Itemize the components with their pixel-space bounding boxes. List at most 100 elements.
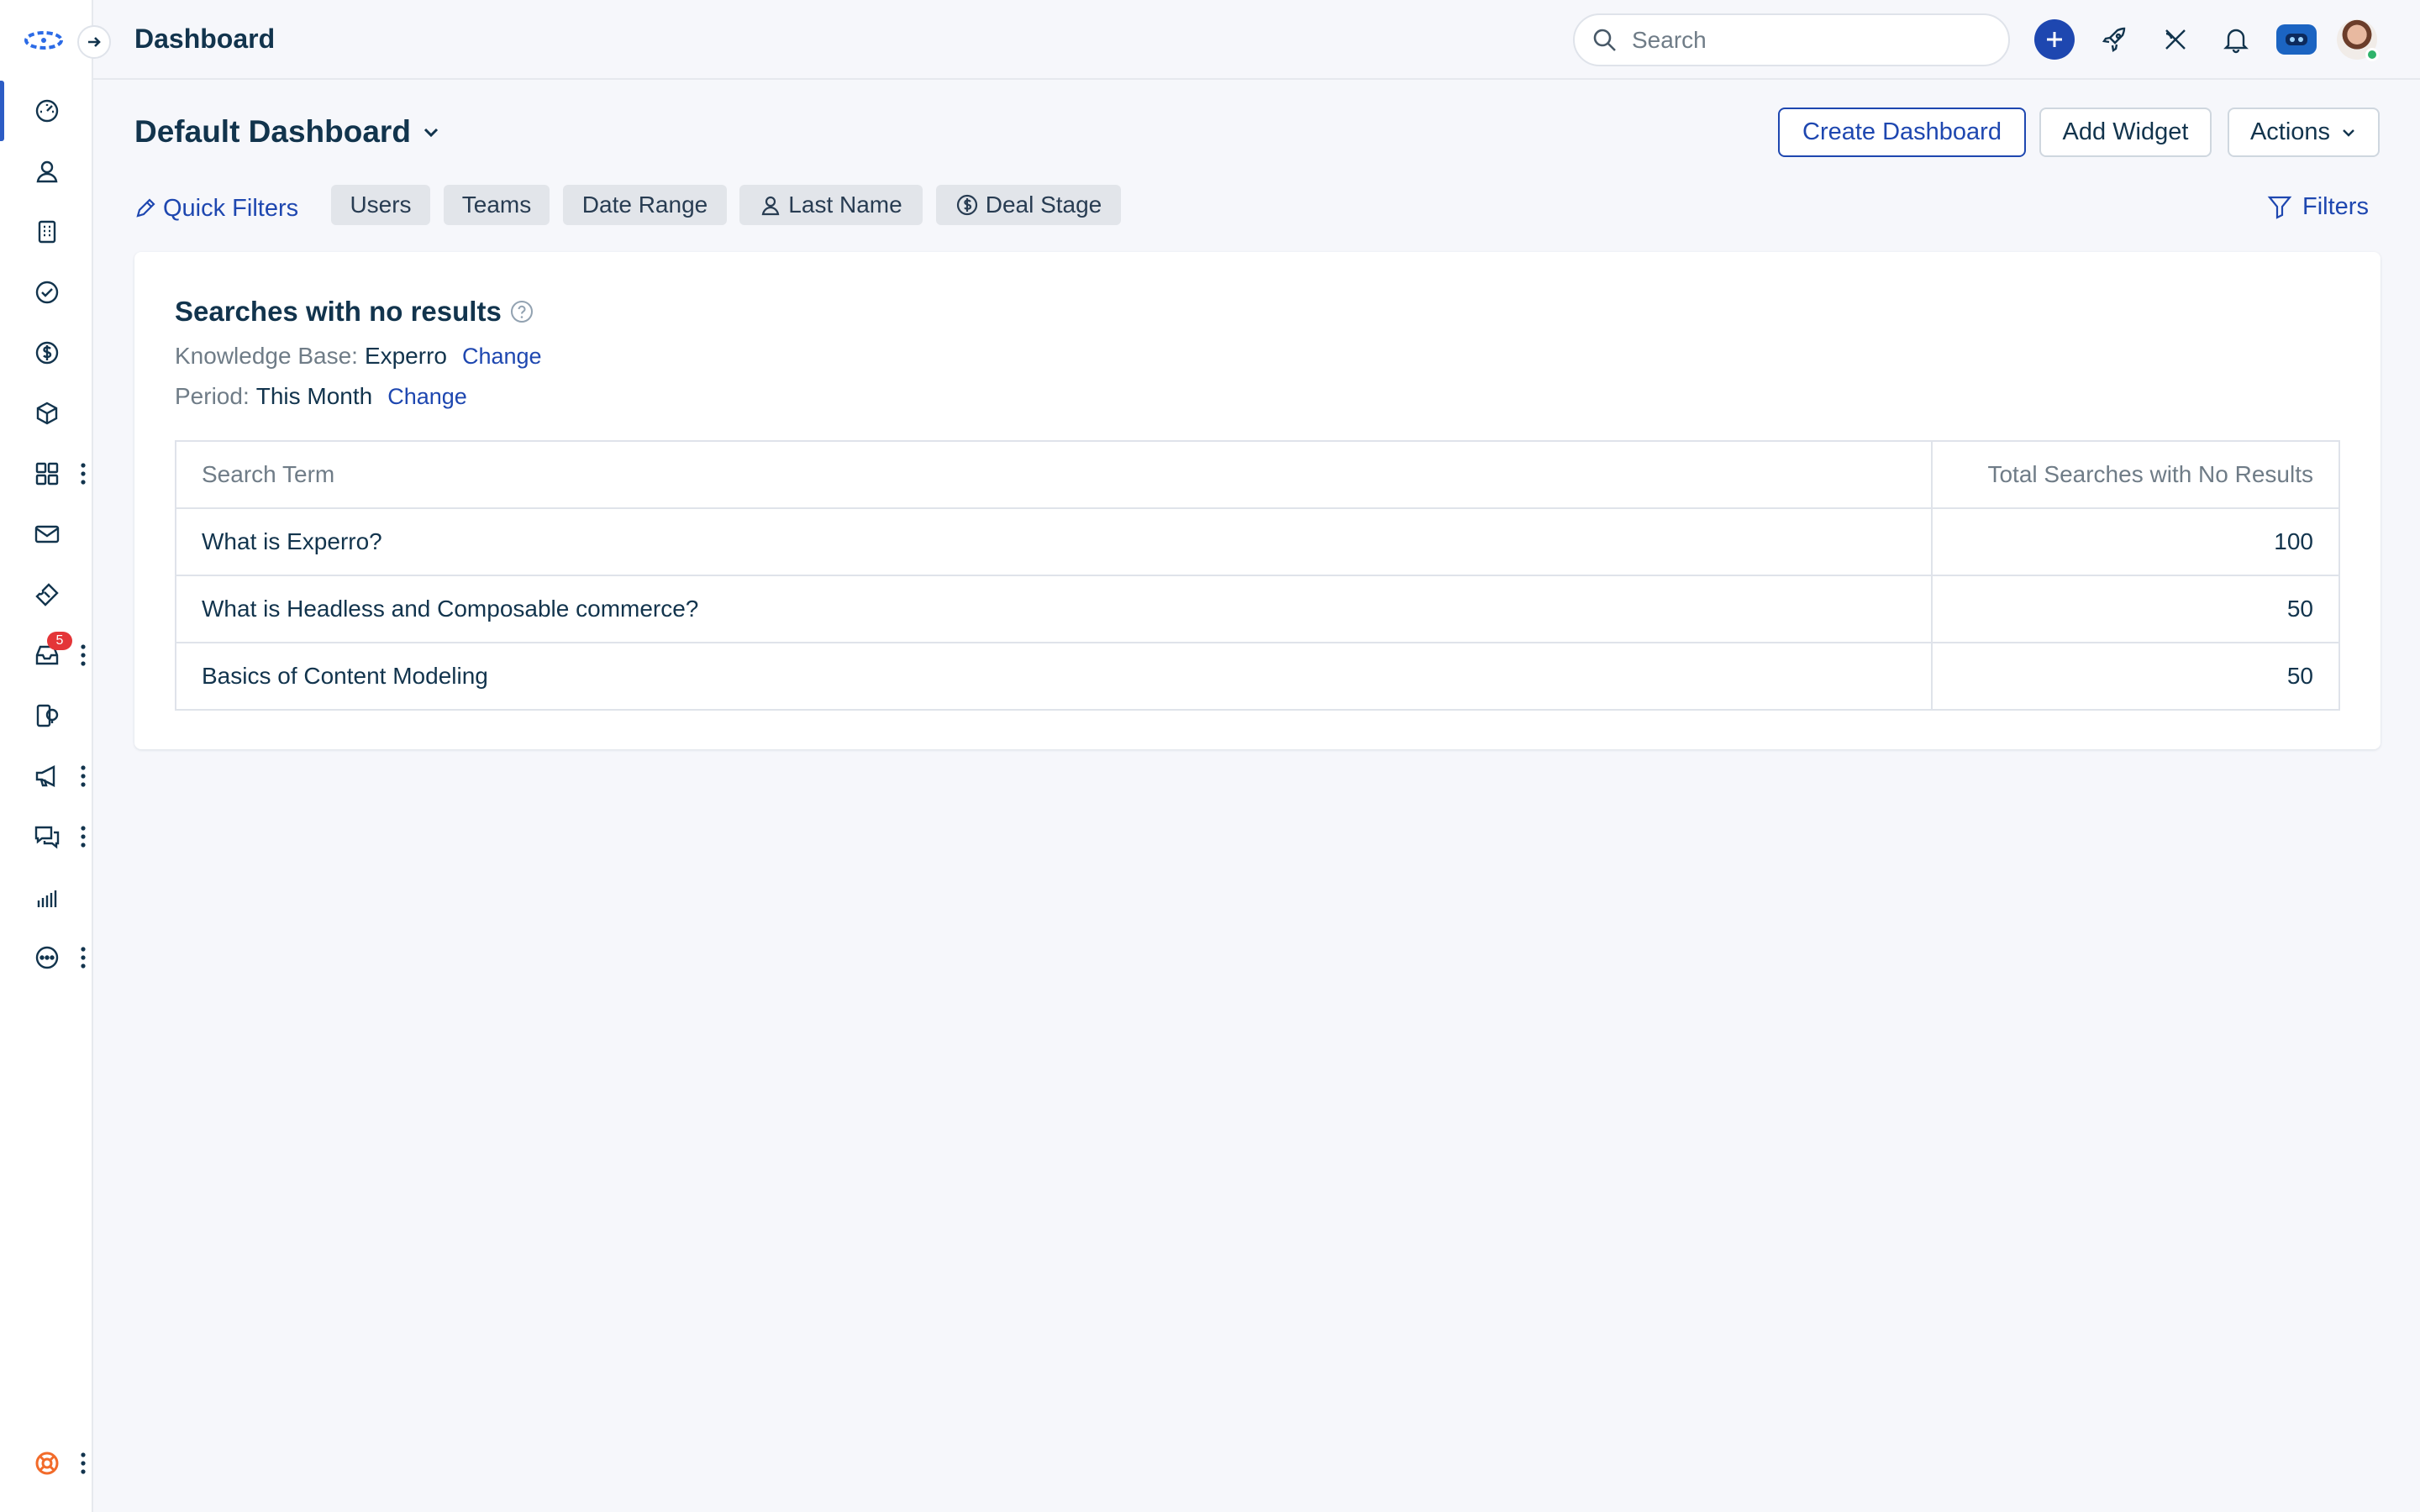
reports-bars-icon bbox=[32, 882, 62, 912]
pencil-icon bbox=[136, 198, 155, 218]
sidebar: 5 bbox=[0, 0, 93, 1512]
filters-button[interactable]: Filters bbox=[2267, 188, 2369, 225]
results-table: Search Term Total Searches with No Resul… bbox=[175, 440, 2340, 711]
cell-count: 50 bbox=[1931, 642, 2340, 711]
tickets-icon bbox=[32, 580, 62, 610]
chevron-down-icon bbox=[2343, 129, 2354, 137]
sidebar-item-inbox[interactable]: 5 bbox=[0, 625, 93, 685]
column-header-total[interactable]: Total Searches with No Results bbox=[1931, 440, 2340, 509]
cell-count: 50 bbox=[1931, 575, 2340, 643]
accounts-building-icon bbox=[32, 217, 62, 247]
chat-icon bbox=[32, 822, 62, 852]
deals-dollar-icon bbox=[32, 338, 62, 368]
campaigns-megaphone-icon bbox=[32, 761, 62, 791]
logo-icon bbox=[24, 31, 63, 50]
quick-filters-label: Quick Filters bbox=[163, 194, 299, 222]
filter-chip-users[interactable]: Users bbox=[331, 185, 430, 225]
sidebar-item-tasks[interactable] bbox=[0, 262, 93, 323]
rocket-button[interactable] bbox=[2094, 18, 2136, 60]
contacts-icon bbox=[32, 156, 62, 186]
dollar-circle-icon bbox=[955, 193, 979, 217]
chip-label: Deal Stage bbox=[985, 192, 1102, 218]
sidebar-item-knowledge[interactable] bbox=[0, 685, 93, 746]
table-row[interactable]: What is Experro? 100 bbox=[175, 507, 2340, 576]
bell-icon bbox=[2223, 29, 2249, 54]
filters-label: Filters bbox=[2302, 192, 2369, 220]
help-icon[interactable] bbox=[510, 300, 534, 323]
top-bar: Dashboard bbox=[93, 0, 2420, 80]
cell-search-term: What is Headless and Composable commerce… bbox=[175, 575, 1933, 643]
sidebar-item-email[interactable] bbox=[0, 504, 93, 564]
funnel-icon bbox=[2267, 196, 2292, 219]
freddy-bot-button[interactable] bbox=[2275, 18, 2317, 60]
add-widget-button[interactable]: Add Widget bbox=[2039, 108, 2212, 157]
user-avatar-button[interactable] bbox=[2336, 18, 2379, 61]
more-vertical-icon[interactable] bbox=[80, 462, 87, 486]
dashboard-name: Default Dashboard bbox=[134, 114, 411, 149]
sidebar-item-tickets[interactable] bbox=[0, 564, 93, 625]
actions-label: Actions bbox=[2249, 118, 2331, 145]
dashboard-selector[interactable]: Default Dashboard bbox=[134, 114, 441, 150]
sidebar-item-deals[interactable] bbox=[0, 323, 93, 383]
expand-sidebar-button[interactable] bbox=[77, 25, 111, 59]
global-search[interactable] bbox=[1573, 13, 2010, 66]
filter-chip-date-range[interactable]: Date Range bbox=[563, 185, 727, 225]
search-input[interactable] bbox=[1632, 26, 1968, 54]
more-vertical-icon[interactable] bbox=[80, 946, 87, 969]
more-vertical-icon[interactable] bbox=[80, 643, 87, 667]
chip-label: Last Name bbox=[788, 192, 902, 218]
sidebar-item-chat[interactable] bbox=[0, 806, 93, 867]
filter-chip-deal-stage[interactable]: Deal Stage bbox=[936, 185, 1121, 225]
create-dashboard-button[interactable]: Create Dashboard bbox=[1778, 108, 2026, 157]
period-line: Period: This Month Change bbox=[175, 383, 467, 410]
sidebar-item-contacts[interactable] bbox=[0, 141, 93, 202]
sidebar-item-campaigns[interactable] bbox=[0, 746, 93, 806]
sidebar-item-reports[interactable] bbox=[0, 867, 93, 927]
change-period-link[interactable]: Change bbox=[387, 384, 467, 409]
search-icon bbox=[1593, 29, 1616, 51]
table-row[interactable]: Basics of Content Modeling 50 bbox=[175, 642, 2340, 711]
column-header-search-term[interactable]: Search Term bbox=[175, 440, 1933, 509]
more-vertical-icon[interactable] bbox=[80, 1452, 87, 1475]
filter-chip-teams[interactable]: Teams bbox=[444, 185, 550, 225]
change-kb-link[interactable]: Change bbox=[462, 344, 542, 369]
phone-tools-icon bbox=[2165, 29, 2186, 50]
more-vertical-icon[interactable] bbox=[80, 825, 87, 848]
sidebar-item-help[interactable] bbox=[0, 1433, 93, 1494]
sidebar-item-more[interactable] bbox=[0, 927, 93, 988]
more-options-icon bbox=[32, 942, 62, 973]
period-label: Period: bbox=[175, 383, 250, 409]
table-row[interactable]: What is Headless and Composable commerce… bbox=[175, 575, 2340, 643]
cell-search-term: What is Experro? bbox=[175, 507, 1933, 576]
actions-button[interactable]: Actions bbox=[2228, 108, 2380, 157]
knowledge-icon bbox=[32, 701, 62, 731]
widget-title-text: Searches with no results bbox=[175, 296, 502, 327]
bot-icon bbox=[2276, 24, 2317, 55]
quick-filters-edit[interactable]: Quick Filters bbox=[134, 190, 298, 227]
phone-tools-button[interactable] bbox=[2154, 18, 2196, 60]
sidebar-item-products[interactable] bbox=[0, 383, 93, 444]
sidebar-item-accounts[interactable] bbox=[0, 202, 93, 262]
cell-search-term: Basics of Content Modeling bbox=[175, 642, 1933, 711]
sidebar-item-dashboard[interactable] bbox=[0, 81, 93, 141]
page-title: Dashboard bbox=[134, 24, 276, 54]
products-box-icon bbox=[32, 398, 62, 428]
brand-logo[interactable] bbox=[22, 22, 66, 59]
apps-grid-icon bbox=[32, 459, 62, 489]
quick-add-button[interactable] bbox=[2033, 18, 2075, 60]
notifications-button[interactable] bbox=[2215, 18, 2257, 60]
plus-icon bbox=[2034, 19, 2075, 60]
more-vertical-icon[interactable] bbox=[80, 764, 87, 788]
period-value: This Month bbox=[255, 383, 373, 409]
table-header-row: Search Term Total Searches with No Resul… bbox=[175, 440, 2340, 509]
kb-label: Knowledge Base: bbox=[175, 343, 358, 369]
chevron-down-icon bbox=[424, 128, 438, 138]
user-icon bbox=[760, 194, 781, 216]
dashboard-gauge-icon bbox=[32, 96, 62, 126]
notification-badge: 5 bbox=[47, 632, 72, 650]
knowledge-base-line: Knowledge Base: Experro Change bbox=[175, 343, 542, 370]
sidebar-item-apps[interactable] bbox=[0, 444, 93, 504]
widget-searches-no-results: Searches with no results Knowledge Base:… bbox=[134, 252, 2381, 749]
rocket-icon bbox=[2102, 27, 2126, 53]
filter-chip-last-name[interactable]: Last Name bbox=[739, 185, 923, 225]
